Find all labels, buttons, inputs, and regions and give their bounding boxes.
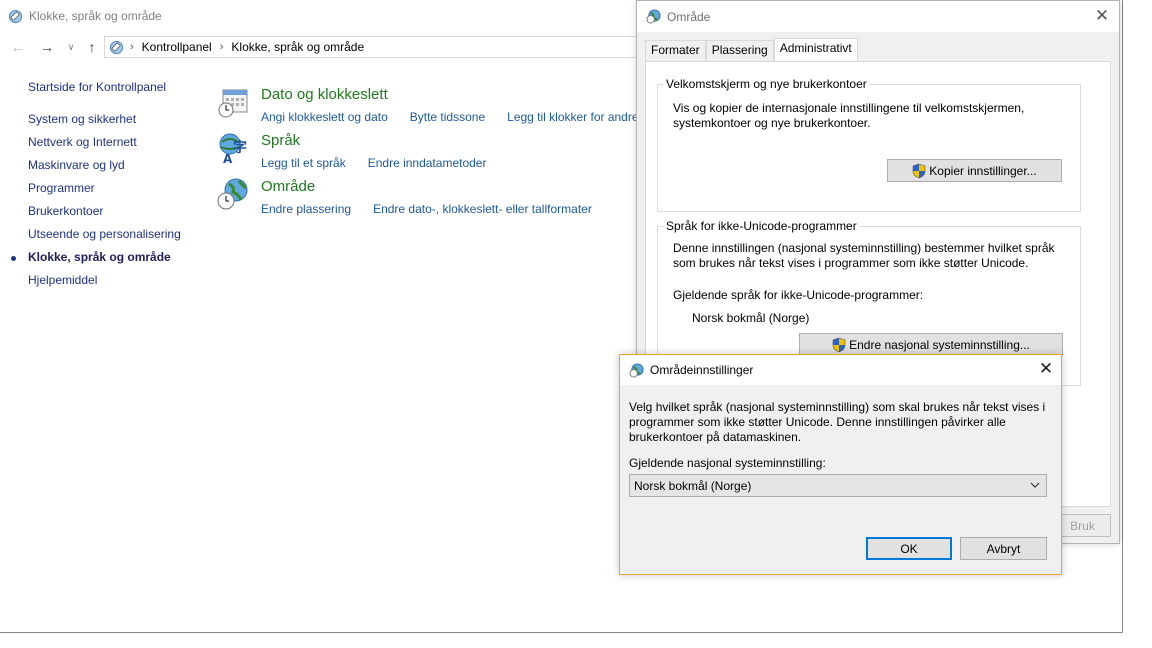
welcome-screen-group: Velkomstskjerm og nye brukerkontoer Vis … (657, 77, 1081, 212)
system-locale-value: Norsk bokmål (Norge) (634, 478, 752, 493)
category-links: Endre plassering Endre dato-, klokkeslet… (261, 202, 614, 216)
current-language-label: Gjeldende språk for ikke-Unicode-program… (673, 288, 924, 302)
globe-icon (629, 362, 644, 378)
region-tabs: Formater Plassering Administrativt (645, 38, 858, 61)
back-arrow-icon[interactable]: ← (9, 38, 27, 56)
apply-button[interactable]: Bruk (1054, 514, 1111, 537)
current-language-value: Norsk bokmål (Norge) (692, 311, 810, 325)
forward-arrow-icon[interactable]: → (38, 38, 56, 56)
breadcrumb-current[interactable]: Klokke, språk og område (231, 40, 364, 54)
current-locale-label: Gjeldende nasjonal systeminnstilling: (629, 456, 826, 470)
svg-text:A: A (223, 152, 233, 164)
control-panel-icon (8, 9, 23, 23)
copy-settings-button[interactable]: Kopier innstillinger... (887, 159, 1062, 182)
locale-dialog-title-bar: Områdeinnstillinger ✕ (620, 355, 1061, 385)
change-system-locale-label: Endre nasjonal systeminnstilling... (849, 337, 1030, 352)
locale-dialog-text: Velg hvilket språk (nasjonal systeminnst… (629, 400, 1046, 444)
window-title: Klokke, språk og område (29, 9, 162, 23)
tab-administrative[interactable]: Administrativt (773, 38, 858, 61)
copy-settings-label: Kopier innstillinger... (929, 163, 1037, 178)
link-change-input-methods[interactable]: Endre inndatametoder (368, 156, 487, 170)
globe-clock-icon (217, 178, 248, 210)
system-locale-select[interactable]: Norsk bokmål (Norge) (629, 474, 1047, 497)
link-add-clocks[interactable]: Legg til klokker for andre (507, 110, 638, 124)
breadcrumb-separator-icon: › (219, 41, 224, 53)
link-change-location[interactable]: Endre plassering (261, 202, 351, 216)
control-panel-icon (109, 40, 124, 54)
nav-item-network-internet[interactable]: Nettverk og Internett (28, 134, 181, 157)
control-panel-home-link[interactable]: Startside for Kontrollpanel (28, 80, 181, 94)
breadcrumb-separator-icon: › (130, 41, 134, 53)
nav-item-system-security[interactable]: System og sikkerhet (28, 111, 181, 134)
link-change-formats[interactable]: Endre dato-, klokkeslett- eller tallform… (373, 202, 592, 216)
link-change-time-zone[interactable]: Bytte tidssone (410, 110, 485, 124)
uac-shield-icon (912, 163, 926, 178)
non-unicode-group-text: Denne innstillingen (nasjonal systeminns… (673, 241, 1055, 270)
tab-location[interactable]: Plassering (705, 40, 774, 61)
calendar-clock-icon (218, 89, 248, 118)
locale-dialog-title: Områdeinnstillinger (650, 363, 754, 377)
nav-item-hardware-sound[interactable]: Maskinvare og lyd (28, 157, 181, 180)
locale-settings-dialog: Områdeinnstillinger ✕ Velg hvilket språk… (619, 354, 1062, 575)
breadcrumb-control-panel[interactable]: Kontrollpanel (142, 40, 212, 54)
change-system-locale-button[interactable]: Endre nasjonal systeminnstilling... (799, 333, 1063, 356)
nav-item-label: Klokke, språk og område (28, 250, 171, 264)
navigation-bar: ← → ∨ ↑ › Kontrollpanel › Klokke, språk … (0, 36, 644, 58)
recent-locations-chevron-icon[interactable]: ∨ (62, 38, 80, 56)
category-title-region[interactable]: Område (261, 178, 315, 195)
region-dialog-title: Område (667, 9, 711, 24)
tab-formats[interactable]: Formater (645, 40, 706, 61)
nav-item-appearance[interactable]: Utseende og personalisering (28, 226, 181, 249)
nav-item-user-accounts[interactable]: Brukerkontoer (28, 203, 181, 226)
uac-shield-icon (832, 337, 846, 352)
non-unicode-group-label: Språk for ikke-Unicode-programmer (664, 219, 859, 233)
globe-icon (646, 9, 661, 24)
nav-item-programs[interactable]: Programmer (28, 180, 181, 203)
cancel-button[interactable]: Avbryt (960, 537, 1047, 560)
nav-item-ease-of-access[interactable]: Hjelpemiddel (28, 272, 181, 295)
nav-item-clock-language-region[interactable]: Klokke, språk og område (11, 249, 181, 272)
close-icon[interactable]: ✕ (1091, 5, 1113, 27)
region-dialog-title-bar: Område ✕ (637, 1, 1119, 32)
welcome-group-label: Velkomstskjerm og nye brukerkontoer (664, 77, 869, 91)
category-title-date-time[interactable]: Dato og klokkeslett (261, 86, 388, 103)
address-bar[interactable]: › Kontrollpanel › Klokke, språk og områd… (104, 36, 644, 58)
category-links: Angi klokkeslett og dato Bytte tidssone … (261, 110, 661, 124)
category-title-language[interactable]: Språk (261, 132, 300, 149)
up-arrow-icon[interactable]: ↑ (83, 38, 101, 56)
link-set-time-date[interactable]: Angi klokkeslett og dato (261, 110, 388, 124)
close-icon[interactable]: ✕ (1035, 358, 1057, 380)
language-icon: 字 A (219, 133, 247, 164)
chevron-down-icon (1030, 482, 1040, 488)
window-title-bar: Klokke, språk og område (8, 7, 162, 25)
left-navigation: Startside for Kontrollpanel System og si… (11, 80, 181, 295)
link-add-language[interactable]: Legg til et språk (261, 156, 346, 170)
welcome-group-text: Vis og kopier de internasjonale innstill… (673, 101, 1025, 130)
svg-text:字: 字 (233, 139, 247, 156)
active-bullet-icon (11, 256, 16, 261)
category-links: Legg til et språk Endre inndatametoder (261, 156, 508, 170)
ok-button[interactable]: OK (866, 537, 952, 560)
